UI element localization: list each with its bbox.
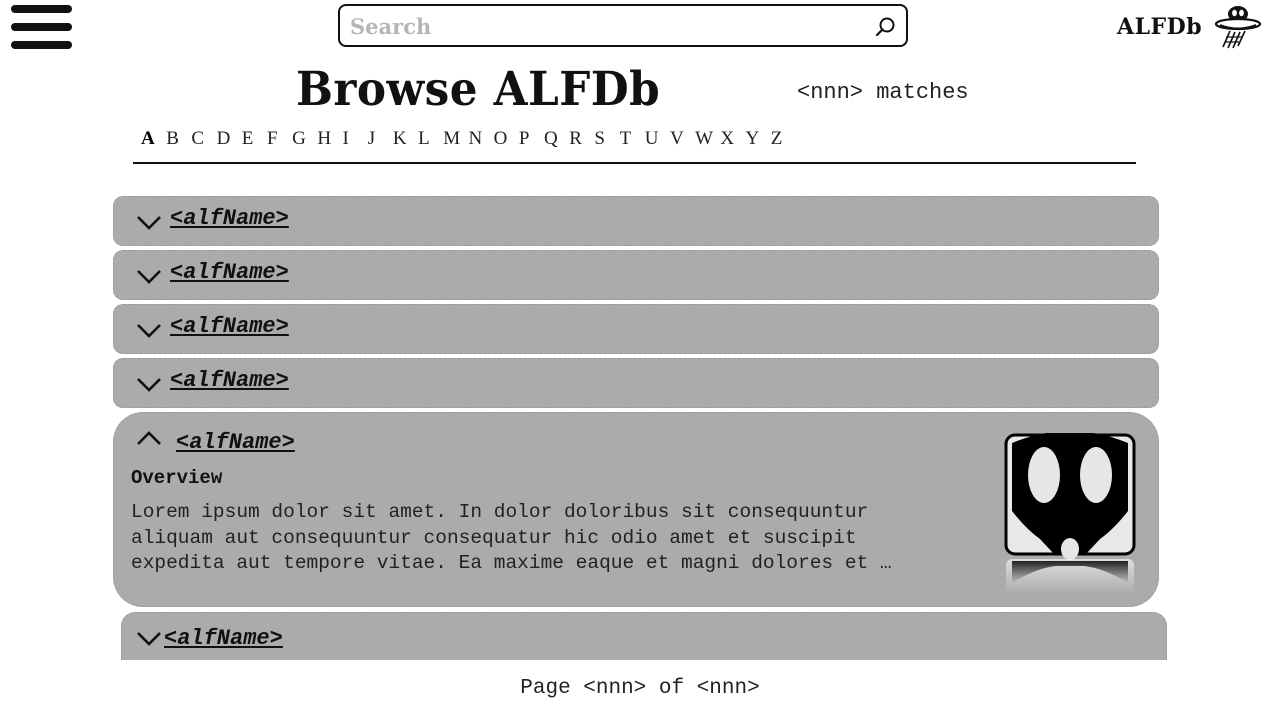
chevron-down-icon[interactable] [136, 376, 162, 392]
alphabet-letter-w[interactable]: W [695, 128, 720, 152]
search-input[interactable] [350, 12, 850, 40]
chevron-up-icon[interactable] [136, 431, 162, 447]
chevron-down-icon[interactable] [136, 214, 162, 230]
alphabet-letter-c[interactable]: C [191, 128, 216, 152]
alphabet-letter-n[interactable]: N [468, 128, 493, 152]
alphabet-letter-f[interactable]: F [267, 128, 292, 152]
result-row[interactable]: <alfName> [113, 196, 1159, 246]
alphabet-letter-r[interactable]: R [569, 128, 594, 152]
search-icon[interactable] [873, 15, 897, 39]
alien-skull-thumbnail[interactable] [1004, 433, 1138, 597]
page-title: Browse ALFDb [296, 62, 661, 117]
result-row[interactable]: <alfName> [113, 304, 1159, 354]
alphabet-letter-l[interactable]: L [418, 128, 443, 152]
alphabet-letter-e[interactable]: E [242, 128, 267, 152]
alphabet-letter-j[interactable]: J [368, 128, 393, 152]
alphabet-letter-a[interactable]: A [141, 128, 166, 152]
alphabet-letter-h[interactable]: H [317, 128, 342, 152]
overview-text: Lorem ipsum dolor sit amet. In dolor dol… [131, 501, 892, 574]
result-row[interactable]: <alfName> [113, 250, 1159, 300]
alf-name-link[interactable]: <alfName> [164, 626, 283, 651]
alf-name-link[interactable]: <alfName> [176, 430, 295, 455]
result-row[interactable]: <alfName> [121, 612, 1167, 660]
alphabet-letter-k[interactable]: K [393, 128, 418, 152]
alf-name-link[interactable]: <alfName> [170, 314, 289, 339]
brand[interactable]: ALFDb [1117, 4, 1267, 52]
alien-ufo-logo [1214, 6, 1262, 49]
alf-name-link[interactable]: <alfName> [170, 368, 289, 393]
brand-name: ALFDb [1117, 14, 1203, 40]
pagination: Page <nnn> of <nnn> [520, 677, 760, 700]
alphabet-letter-s[interactable]: S [594, 128, 619, 152]
alphabet-letter-o[interactable]: O [494, 128, 519, 152]
match-count: <nnn> matches [797, 80, 969, 105]
result-row[interactable]: <alfName> [113, 358, 1159, 408]
chevron-down-icon[interactable] [136, 322, 162, 338]
menu-bar-3 [11, 41, 72, 49]
overview-heading: Overview [131, 467, 223, 489]
alphabet-letter-x[interactable]: X [720, 128, 745, 152]
menu-bar-1 [11, 5, 72, 13]
search-bar [338, 4, 908, 47]
alphabet-divider [133, 162, 1136, 164]
alphabet-letter-p[interactable]: P [519, 128, 544, 152]
hamburger-menu-icon[interactable] [11, 5, 73, 49]
alf-name-link[interactable]: <alfName> [170, 206, 289, 231]
chevron-down-icon[interactable] [136, 630, 162, 646]
alphabet-letter-v[interactable]: V [670, 128, 695, 152]
alf-name-link[interactable]: <alfName> [170, 260, 289, 285]
alphabet-letter-z[interactable]: Z [771, 128, 796, 152]
result-row-expanded: <alfName> Overview Lorem ipsum dolor sit… [113, 412, 1159, 607]
alphabet-letter-q[interactable]: Q [544, 128, 569, 152]
alphabet-letter-m[interactable]: M [443, 128, 468, 152]
alphabet-nav: ABCDEFGHIJKLMNOPQRSTUVWXYZ [141, 128, 796, 152]
alphabet-letter-y[interactable]: Y [746, 128, 771, 152]
alphabet-letter-g[interactable]: G [292, 128, 317, 152]
alphabet-letter-u[interactable]: U [645, 128, 670, 152]
alphabet-letter-i[interactable]: I [343, 128, 368, 152]
chevron-down-icon[interactable] [136, 268, 162, 284]
alphabet-letter-d[interactable]: D [217, 128, 242, 152]
alphabet-letter-t[interactable]: T [620, 128, 645, 152]
page: ALFDb Browse ALFDb <nnn> matches ABCDEFG… [0, 0, 1280, 720]
alphabet-letter-b[interactable]: B [166, 128, 191, 152]
menu-bar-2 [11, 23, 72, 31]
